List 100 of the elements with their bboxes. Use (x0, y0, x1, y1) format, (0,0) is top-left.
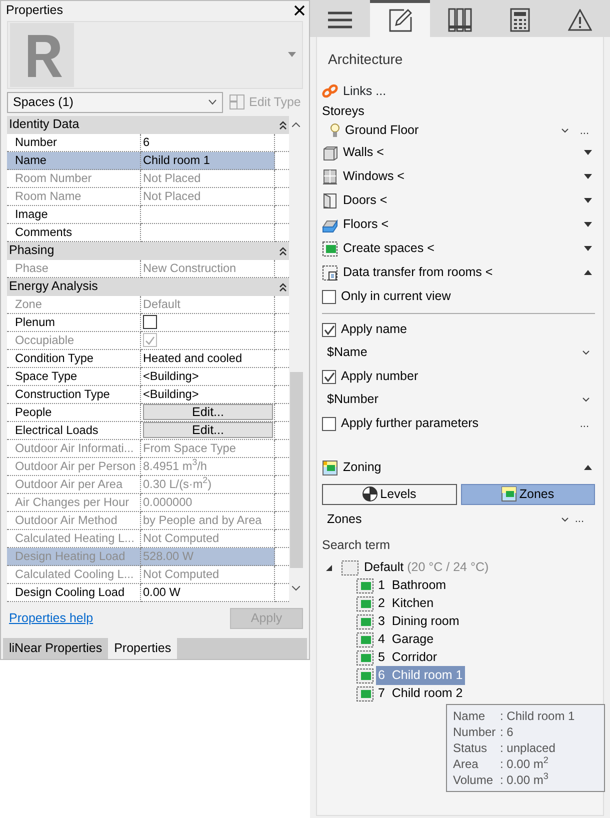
tree-node[interactable]: Default (20 °C / 24 °C) (362, 558, 491, 578)
tree-item[interactable]: 4 Garage (376, 630, 436, 650)
edit-type-icon (229, 94, 245, 110)
more-button[interactable]: ... (574, 122, 595, 139)
close-icon[interactable] (294, 4, 305, 16)
edit-button[interactable]: Edit... (143, 422, 273, 438)
checkbox[interactable] (322, 322, 336, 337)
edit-icon[interactable] (388, 8, 412, 32)
calculator-icon[interactable] (510, 8, 530, 32)
link-icon (322, 84, 338, 98)
collapse-icon[interactable] (279, 246, 287, 256)
space-icon (356, 614, 374, 630)
property-value: From Space Type (141, 440, 275, 458)
category-item[interactable]: Create spaces < (343, 239, 579, 258)
search-field[interactable]: Search term (322, 534, 522, 555)
property-name: Condition Type (7, 350, 141, 368)
type-selector[interactable]: Spaces (1) (7, 92, 223, 113)
property-value: Not Computed (141, 566, 275, 584)
tree-item[interactable]: 3 Dining room (376, 612, 462, 632)
expand-arrow-icon[interactable] (584, 174, 592, 180)
section-title: Architecture (328, 50, 404, 69)
zoning-icon[interactable] (501, 486, 518, 502)
expand-arrow-icon[interactable] (584, 465, 592, 470)
panel-tab[interactable]: Properties (108, 638, 178, 659)
checkbox[interactable] (322, 290, 336, 304)
crosshair-icon[interactable] (362, 486, 378, 502)
links-link[interactable]: Links ... (343, 82, 386, 100)
light-bulb-icon (330, 123, 340, 138)
tree-item[interactable]: 2 Kitchen (376, 594, 436, 614)
property-name: Outdoor Air Informati... (7, 440, 141, 458)
collapse-icon[interactable] (279, 120, 287, 130)
expand-arrow-icon[interactable] (584, 246, 592, 252)
checkbox[interactable] (143, 315, 157, 330)
dropdown-arrow-icon[interactable] (288, 52, 296, 58)
category-item[interactable]: Doors < (343, 191, 579, 210)
property-value: 0.00 W (141, 584, 275, 602)
group-header[interactable]: Identity Data (7, 116, 289, 134)
property-value: Heated and cooled (141, 350, 275, 368)
tooltip-key: Area (453, 756, 500, 772)
property-value: <Building> (141, 368, 275, 386)
tooltip-value: : 6 (500, 724, 514, 740)
more-button[interactable]: ... (568, 511, 590, 528)
binders-icon[interactable] (448, 8, 472, 32)
chevron-down-icon (208, 99, 217, 106)
property-name: Outdoor Air Method (7, 512, 141, 530)
property-value: Child room 1 (141, 152, 275, 170)
mode-button[interactable]: Zones (460, 484, 595, 505)
property-name: Air Changes per Hour (7, 494, 141, 512)
space-icon (356, 632, 374, 648)
category-item[interactable]: Data transfer from rooms < (343, 263, 579, 282)
property-name: Design Cooling Load (7, 584, 141, 602)
group-header[interactable]: Energy Analysis (7, 278, 289, 296)
scroll-up-icon[interactable] (292, 122, 300, 127)
category-item[interactable]: Windows < (343, 167, 579, 186)
space-icon (356, 668, 374, 684)
chevron-down-icon[interactable] (582, 350, 590, 355)
category-item[interactable]: Walls < (343, 143, 579, 162)
parameter-dropdown[interactable]: $Number (327, 390, 378, 409)
group-header[interactable]: Phasing (7, 242, 289, 260)
scrollbar-thumb[interactable] (290, 372, 302, 568)
window-icon (322, 168, 338, 185)
expand-arrow-icon[interactable] (584, 270, 592, 276)
category-item[interactable]: Floors < (343, 215, 579, 234)
property-value: Default (141, 296, 275, 314)
chevron-down-icon[interactable] (560, 516, 569, 522)
property-name: Construction Type (7, 386, 141, 404)
storey-dropdown[interactable]: Ground Floor (345, 121, 556, 140)
property-value: Not Placed (141, 188, 275, 206)
expand-arrow-icon[interactable] (584, 198, 592, 204)
parameter-dropdown[interactable]: $Name (327, 342, 368, 362)
tree-item[interactable]: 7 Child room 2 (376, 684, 465, 704)
warning-icon[interactable] (568, 9, 592, 31)
data-transfer-icon (322, 264, 338, 281)
chevron-down-icon[interactable] (582, 396, 590, 402)
edit-button[interactable]: Edit... (143, 404, 273, 420)
checkbox[interactable] (322, 416, 336, 431)
tree-item[interactable]: 5 Corridor (376, 648, 440, 668)
expand-arrow-icon[interactable] (584, 222, 592, 228)
more-button[interactable]: ... (574, 416, 595, 432)
expand-toggle-icon[interactable] (326, 564, 332, 571)
checkbox[interactable] (322, 370, 336, 384)
help-link[interactable]: Properties help (9, 608, 94, 628)
property-name: Calculated Cooling L... (7, 566, 141, 584)
section-header: Zoning (343, 459, 382, 476)
scroll-down-icon[interactable] (292, 586, 300, 591)
property-value: 0.000000 (141, 494, 275, 512)
tree-item[interactable]: 1 Bathroom (376, 576, 448, 596)
menu-icon[interactable] (328, 11, 352, 29)
property-value: 8.4951 m$^{3}$/h (141, 458, 275, 476)
edit-tab[interactable] (370, 0, 430, 37)
chevron-down-icon[interactable] (560, 128, 569, 134)
property-name: Occupiable (7, 332, 141, 350)
collapse-icon[interactable] (279, 282, 287, 292)
tooltip-value: : 0.00 m$^{2}$ (500, 756, 548, 772)
property-value: 528.00 W (141, 548, 275, 566)
zones-dropdown[interactable]: Zones (327, 510, 561, 529)
property-name: Zone (7, 296, 141, 314)
mode-button[interactable]: Levels (322, 484, 456, 505)
wall-icon (322, 144, 338, 161)
expand-arrow-icon[interactable] (584, 150, 592, 156)
